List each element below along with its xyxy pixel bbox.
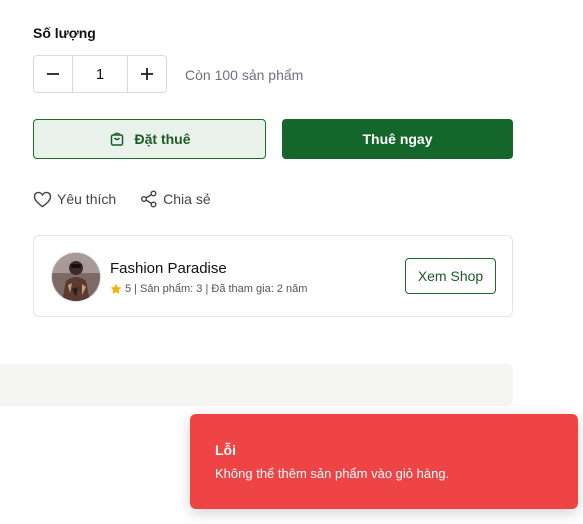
shop-avatar[interactable] (51, 252, 101, 302)
increment-button[interactable] (128, 56, 166, 92)
rent-now-button[interactable]: Thuê ngay (282, 119, 513, 159)
section-divider (0, 364, 513, 406)
quantity-stepper: 1 (33, 55, 167, 93)
product-purchase-panel: Số lượng 1 Còn 100 sản phẩm Đặt thuê Thu… (0, 0, 583, 524)
favorite-button[interactable]: Yêu thích (33, 190, 116, 208)
heart-icon (33, 191, 52, 207)
toast-message: Không thể thêm sản phẩm vào giỏ hàng. (215, 466, 450, 481)
quantity-label: Số lượng (33, 25, 96, 41)
rent-now-button-label: Thuê ngay (362, 131, 433, 147)
error-toast[interactable]: Lỗi Không thể thêm sản phẩm vào giỏ hàng… (190, 414, 578, 509)
view-shop-button[interactable]: Xem Shop (405, 258, 496, 294)
share-button[interactable]: Chia sẻ (140, 190, 211, 208)
shop-avatar-image (52, 253, 100, 301)
quantity-input[interactable]: 1 (72, 56, 128, 92)
shopping-bag-icon (110, 132, 123, 146)
shop-name[interactable]: Fashion Paradise (110, 260, 227, 277)
share-icon (141, 190, 157, 208)
toast-title: Lỗi (215, 442, 236, 458)
favorite-label: Yêu thích (57, 191, 117, 207)
star-icon (110, 283, 122, 294)
rent-button-label: Đặt thuê (134, 131, 191, 147)
shop-meta: 5 | Sản phẩm: 3 | Đã tham gia: 2 năm (110, 283, 307, 295)
minus-icon (47, 73, 59, 75)
plus-icon (141, 68, 153, 80)
view-shop-label: Xem Shop (417, 268, 484, 284)
share-label: Chia sẻ (163, 191, 211, 207)
rent-button[interactable]: Đặt thuê (33, 119, 266, 159)
decrement-button[interactable] (34, 56, 72, 92)
shop-stats: | Sản phẩm: 3 | Đã tham gia: 2 năm (134, 283, 308, 295)
stock-text: Còn 100 sản phẩm (185, 67, 304, 83)
shop-rating: 5 (125, 283, 132, 295)
product-actions: Yêu thích Chia sẻ (33, 190, 211, 208)
shop-card: Fashion Paradise 5 | Sản phẩm: 3 | Đã th… (33, 235, 513, 317)
